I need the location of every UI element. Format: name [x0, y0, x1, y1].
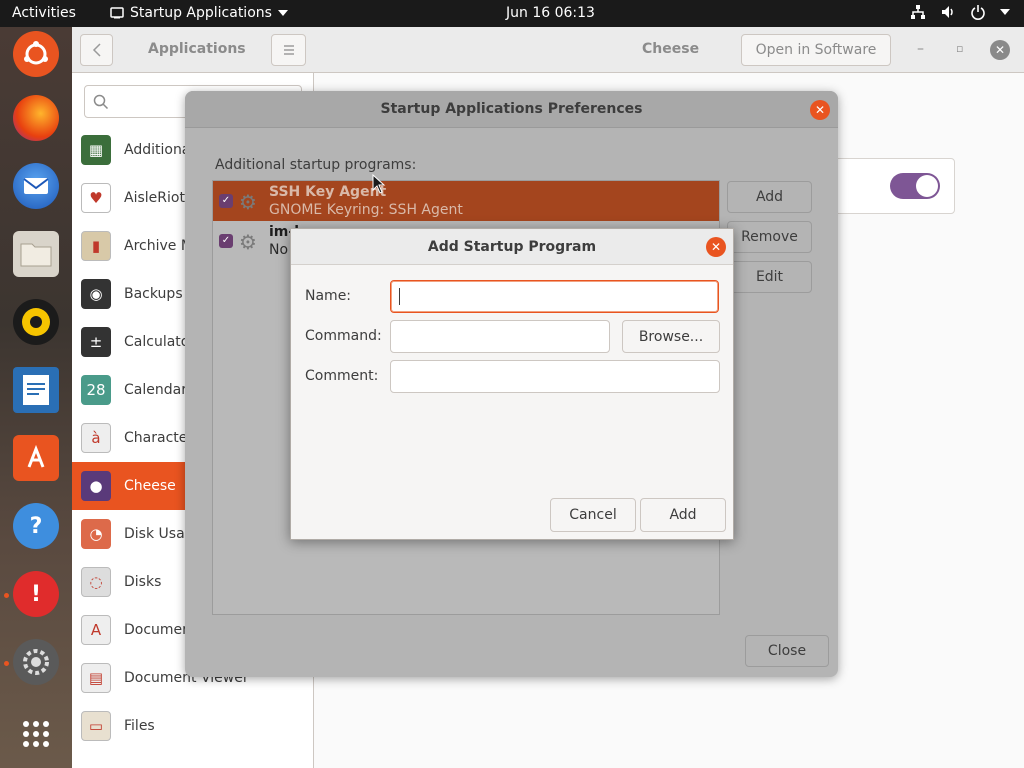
add-startup-program-dialog: Add Startup Program ✕ Name: Command: Bro… — [290, 228, 734, 540]
app-label: Disks — [124, 574, 162, 590]
gears-icon: ⚙ — [239, 190, 257, 214]
text-caret — [399, 288, 400, 305]
app-label: Backups — [124, 286, 183, 302]
app-label: Calculato — [124, 334, 190, 350]
running-indicator — [4, 593, 9, 598]
search-icon — [93, 94, 109, 110]
app-menu[interactable]: Startup Applications — [110, 5, 288, 21]
edit-button[interactable]: Edit — [727, 261, 812, 293]
backup-icon: ◉ — [81, 279, 111, 309]
thunderbird-icon[interactable] — [13, 163, 59, 209]
app-label: Disk Usag — [124, 526, 194, 542]
row-subtitle: GNOME Keyring: SSH Agent — [269, 202, 463, 218]
add-dialog-titlebar: Add Startup Program — [291, 229, 733, 265]
comment-label: Comment: — [305, 368, 379, 384]
mouse-cursor-icon — [372, 174, 386, 194]
rhythmbox-icon[interactable] — [13, 299, 59, 345]
help-icon[interactable]: ? — [13, 503, 59, 549]
checkbox[interactable]: ✓ — [219, 194, 233, 208]
maximize-button[interactable]: ▫ — [956, 42, 963, 55]
checkbox[interactable]: ✓ — [219, 234, 233, 248]
writer-icon[interactable] — [13, 367, 59, 413]
chevron-down-icon — [277, 10, 288, 16]
software-header: Applications Cheese Open in Software – ▫… — [72, 27, 1024, 73]
calculator-icon: ± — [81, 327, 111, 357]
toggle-knob — [916, 175, 938, 197]
name-field[interactable] — [390, 280, 719, 313]
app-label: Archive M — [124, 238, 193, 254]
hamburger-icon — [283, 45, 294, 55]
command-field[interactable] — [390, 320, 610, 353]
error-icon[interactable]: ! — [13, 571, 59, 617]
row-subtitle: No — [269, 242, 289, 258]
list-item[interactable]: ▭ Files — [72, 702, 314, 750]
app-label: Character — [124, 430, 194, 446]
disk-usage-icon: ◔ — [81, 519, 111, 549]
dock: ? ! — [0, 27, 72, 768]
add-dialog-title: Add Startup Program — [427, 238, 597, 255]
app-label: Files — [124, 718, 155, 734]
calendar-icon: 28 — [81, 375, 111, 405]
minimize-button[interactable]: – — [917, 41, 924, 57]
list-label: Additional startup programs: — [215, 157, 417, 173]
chevron-left-icon — [92, 43, 101, 57]
system-tray[interactable] — [910, 4, 1010, 20]
settings-icon[interactable] — [13, 639, 59, 685]
activities-button[interactable]: Activities — [12, 5, 76, 21]
prefs-title: Startup Applications Preferences — [380, 101, 643, 117]
browse-button[interactable]: Browse... — [622, 320, 720, 353]
files-icon: ▭ — [81, 711, 111, 741]
name-label: Name: — [305, 288, 352, 304]
row-title: SSH Key Agent — [269, 184, 387, 200]
window-icon — [110, 7, 124, 19]
toggle-switch[interactable] — [890, 173, 940, 199]
gears-icon: ⚙ — [239, 230, 257, 254]
files-icon[interactable] — [13, 231, 59, 277]
document-viewer-icon: ▤ — [81, 663, 111, 693]
network-icon — [911, 5, 925, 19]
disks-icon: ◌ — [81, 567, 111, 597]
document-icon: A — [81, 615, 111, 645]
close-button[interactable]: Close — [745, 635, 829, 667]
app-label: AisleRiot — [124, 190, 185, 206]
archive-icon: ▮ — [81, 231, 111, 261]
close-icon: ✕ — [994, 43, 1006, 57]
add-dialog-close-icon[interactable]: ✕ — [706, 237, 726, 257]
cancel-button[interactable]: Cancel — [550, 498, 636, 532]
clock[interactable]: Jun 16 06:13 — [506, 5, 595, 21]
back-button[interactable] — [80, 34, 113, 66]
power-icon — [971, 5, 985, 20]
prefs-close-icon[interactable]: ✕ — [810, 100, 830, 120]
menu-button[interactable] — [271, 34, 306, 66]
prefs-titlebar: Startup Applications Preferences — [185, 91, 838, 128]
cheese-icon: ● — [81, 471, 111, 501]
volume-icon — [942, 6, 953, 18]
top-bar: Activities Startup Applications Jun 16 0… — [0, 0, 1024, 27]
command-label: Command: — [305, 328, 382, 344]
app-label: Cheese — [124, 478, 176, 494]
show-apps-icon[interactable] — [13, 711, 59, 757]
app-menu-label: Startup Applications — [130, 5, 272, 21]
app-label: Additiona — [124, 142, 191, 158]
detail-title: Cheese — [642, 41, 700, 57]
chevron-down-icon — [1000, 9, 1010, 15]
open-in-software-button[interactable]: Open in Software — [741, 34, 891, 66]
character-icon: à — [81, 423, 111, 453]
chip-icon: ▦ — [81, 135, 111, 165]
list-item[interactable]: ✓ ⚙ SSH Key Agent GNOME Keyring: SSH Age… — [213, 181, 719, 221]
firefox-icon[interactable] — [13, 95, 59, 141]
header-title: Applications — [148, 41, 246, 57]
add-confirm-button[interactable]: Add — [640, 498, 726, 532]
app-label: Calendar — [124, 382, 187, 398]
app-label: Documen — [124, 622, 192, 638]
ubuntu-icon[interactable] — [13, 31, 59, 77]
close-button[interactable]: ✕ — [990, 40, 1010, 60]
remove-button[interactable]: Remove — [727, 221, 812, 253]
comment-field[interactable] — [390, 360, 720, 393]
running-indicator — [4, 661, 9, 666]
software-icon[interactable] — [13, 435, 59, 481]
add-button[interactable]: Add — [727, 181, 812, 213]
card-icon: ♥ — [81, 183, 111, 213]
